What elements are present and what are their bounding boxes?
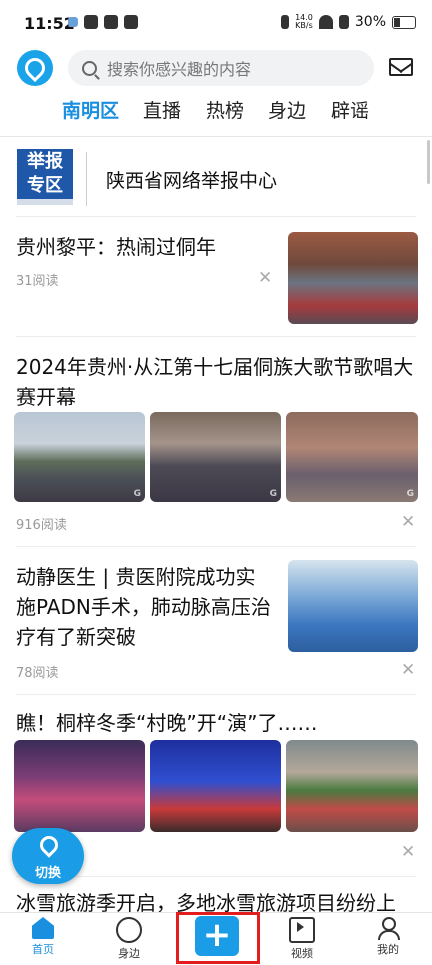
article-thumbnail[interactable] <box>150 740 281 832</box>
close-icon[interactable]: ✕ <box>258 268 272 288</box>
app-logo-icon[interactable] <box>17 50 53 86</box>
link-icon <box>124 15 138 29</box>
nav-video-label: 视频 <box>291 947 313 960</box>
location-icon <box>116 917 142 943</box>
vibrate-icon <box>281 15 290 29</box>
switch-label: 切换 <box>34 866 61 881</box>
notification-icons <box>68 15 138 29</box>
home-icon <box>32 917 54 939</box>
tabs-divider <box>0 136 432 137</box>
search-icon <box>82 60 97 76</box>
close-icon[interactable]: ✕ <box>401 660 415 680</box>
report-badge-line2: 专区 <box>27 175 63 196</box>
tab-hot[interactable]: 热榜 <box>206 96 244 123</box>
report-badge-line1: 举报 <box>27 151 63 172</box>
nav-nearby[interactable]: 身边 <box>99 917 159 961</box>
nav-video[interactable]: 视频 <box>272 917 332 961</box>
article-title[interactable]: 2024年贵州·从江第十七届侗族大歌节歌唱大赛开幕 <box>16 352 416 412</box>
nav-me-label: 我的 <box>377 943 399 956</box>
article-reads: 916阅读 <box>16 518 67 533</box>
article-thumbnail[interactable] <box>288 560 418 652</box>
article-title[interactable]: 贵州黎平：热闹过侗年 <box>16 232 276 262</box>
article-thumbnail[interactable]: G <box>286 412 418 502</box>
nav-home[interactable]: 首页 <box>13 917 73 957</box>
divider <box>16 546 416 547</box>
battery-icon <box>392 15 416 29</box>
report-center-banner[interactable]: 举报 专区 陕西省网络举报中心 <box>16 148 416 212</box>
mail-icon[interactable] <box>389 58 413 76</box>
no-sim-icon <box>338 15 349 29</box>
article-title[interactable]: 瞧！桐梓冬季“村晚”开“演”了…… <box>16 708 416 738</box>
close-icon[interactable]: ✕ <box>401 842 415 862</box>
article-thumbnail[interactable] <box>14 740 145 832</box>
switch-location-button[interactable]: 切换 <box>12 828 84 884</box>
battery-level: 30% <box>354 14 386 30</box>
channel-tabs: 南明区 直播 热榜 身边 辟谣 <box>0 96 432 132</box>
status-bar: 11:52 14.0 KB/s 30% <box>0 0 432 46</box>
article-reads: 31阅读 <box>16 274 59 289</box>
top-bar: 搜索你感兴趣的内容 <box>0 46 432 90</box>
message-icon <box>104 15 118 29</box>
report-title: 陕西省网络举报中心 <box>106 170 278 192</box>
search-placeholder: 搜索你感兴趣的内容 <box>107 60 252 79</box>
article-thumbnail[interactable]: G <box>150 412 281 502</box>
article-thumbnail[interactable] <box>288 232 418 324</box>
nav-me[interactable]: 我的 <box>358 917 418 957</box>
wifi-icon <box>318 15 333 29</box>
publish-plus-button[interactable]: + <box>195 916 239 956</box>
search-bar[interactable]: 搜索你感兴趣的内容 <box>68 50 374 86</box>
user-icon <box>377 917 400 940</box>
divider <box>16 216 416 217</box>
location-pin-icon <box>36 832 62 858</box>
status-right: 14.0 KB/s 30% <box>281 14 416 30</box>
tab-nanming[interactable]: 南明区 <box>62 96 119 123</box>
scrollbar[interactable] <box>427 140 430 184</box>
report-badge: 举报 专区 <box>17 149 73 205</box>
nav-home-label: 首页 <box>32 943 54 956</box>
tab-rumor[interactable]: 辟谣 <box>331 96 369 123</box>
tab-nearby[interactable]: 身边 <box>268 96 306 123</box>
tiktok-icon <box>84 15 98 29</box>
net-speed: 14.0 KB/s <box>295 13 313 30</box>
report-separator <box>86 152 87 206</box>
divider <box>16 694 416 695</box>
tab-live[interactable]: 直播 <box>143 96 181 123</box>
close-icon[interactable]: ✕ <box>401 512 415 532</box>
article-reads: 78阅读 <box>16 666 59 681</box>
video-icon <box>289 917 315 943</box>
article-thumbnail[interactable] <box>286 740 418 832</box>
article-title[interactable]: 动静医生 | 贵医附院成功实施PADN手术，肺动脉高压治疗有了新突破 <box>16 562 272 652</box>
divider <box>16 336 416 337</box>
app-notification-icon <box>68 17 78 27</box>
nav-nearby-label: 身边 <box>118 947 140 960</box>
article-thumbnail[interactable]: G <box>14 412 145 502</box>
